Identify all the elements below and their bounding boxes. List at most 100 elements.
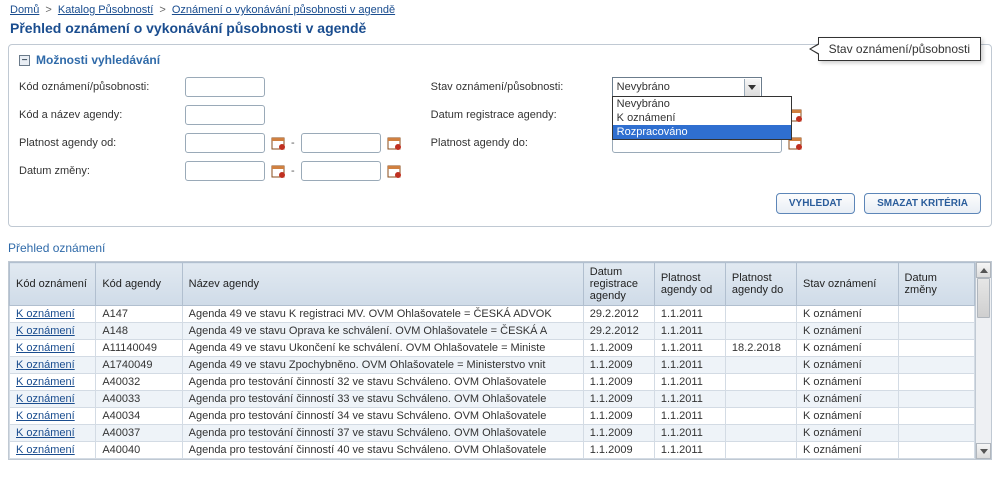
table-row: K oznámeníA11140049Agenda 49 ve stavu Uk… (10, 340, 991, 357)
label-kod-oznameni: Kód oznámení/působnosti: (19, 81, 179, 93)
link-k-oznameni[interactable]: K oznámení (16, 410, 75, 422)
input-datum-zmeny-from[interactable] (185, 161, 265, 181)
col-plat-do[interactable]: Platnost agendy do (725, 263, 796, 306)
input-kod-nazev-agendy[interactable] (185, 105, 265, 125)
cell-nazev: Agenda pro testování činností 32 ve stav… (182, 374, 583, 391)
col-kod-ozn[interactable]: Kód oznámení (10, 263, 96, 306)
results-table-wrap: Kód oznámení Kód agendy Název agendy Dat… (8, 261, 992, 460)
cell-stav: K oznámení (796, 408, 898, 425)
cell-od: 1.1.2011 (654, 425, 725, 442)
crumb-catalog[interactable]: Katalog Působností (58, 4, 153, 16)
cell-stav: K oznámení (796, 442, 898, 459)
cell-zm (898, 391, 974, 408)
cell-kod-ag: A40034 (96, 408, 182, 425)
cell-od: 1.1.2011 (654, 340, 725, 357)
crumb-leaf[interactable]: Oznámení o vykonávání působnosti v agend… (172, 4, 395, 16)
cell-nazev: Agenda pro testování činností 40 ve stav… (182, 442, 583, 459)
input-platnost-od-from[interactable] (185, 133, 265, 153)
input-kod-oznameni[interactable] (185, 77, 265, 97)
cell-zm (898, 340, 974, 357)
cell-od: 1.1.2011 (654, 408, 725, 425)
cell-stav: K oznámení (796, 306, 898, 323)
table-row: K oznámení A40037Agenda pro testování čin… (10, 425, 991, 442)
col-nazev-ag[interactable]: Název agendy (182, 263, 583, 306)
results-title: Přehled oznámení (8, 237, 992, 255)
cell-kod-ag: A11140049 (96, 340, 182, 357)
cell-do (725, 425, 796, 442)
crumb-home[interactable]: Domů (10, 4, 39, 16)
table-row: K oznámeníA1740049Agenda 49 ve stavu Zpo… (10, 357, 991, 374)
cell-kod-ag: A147 (96, 306, 182, 323)
link-k-oznameni[interactable]: K oznámení (16, 427, 75, 439)
cell-reg: 29.2.2012 (583, 323, 654, 340)
cell-do: 18.2.2018 (725, 340, 796, 357)
cell-zm (898, 374, 974, 391)
col-plat-od[interactable]: Platnost agendy od (654, 263, 725, 306)
cell-do (725, 391, 796, 408)
cell-do (725, 323, 796, 340)
col-datum-zm[interactable]: Datum změny (898, 263, 974, 306)
chevron-down-icon[interactable] (744, 79, 760, 96)
cell-reg: 1.1.2009 (583, 340, 654, 357)
link-k-oznameni[interactable]: K oznámení (16, 325, 75, 337)
cell-do (725, 442, 796, 459)
cell-od: 1.1.2011 (654, 306, 725, 323)
cell-nazev: Agenda pro testování činností 33 ve stav… (182, 391, 583, 408)
col-stav[interactable]: Stav oznámení (796, 263, 898, 306)
table-row: K oznámeníA148Agenda 49 ve stavu Oprava … (10, 323, 991, 340)
input-datum-zmeny-to[interactable] (301, 161, 381, 181)
col-datum-reg[interactable]: Datum registrace agendy (583, 263, 654, 306)
calendar-icon[interactable] (387, 136, 401, 150)
scroll-up-icon[interactable] (976, 262, 991, 278)
input-platnost-od-to[interactable] (301, 133, 381, 153)
callout-stav: Stav oznámení/působnosti (818, 37, 981, 61)
cell-stav: K oznámení (796, 340, 898, 357)
calendar-icon[interactable] (271, 164, 285, 178)
scrollbar[interactable] (975, 262, 991, 459)
search-button[interactable]: VYHLEDAT (776, 193, 855, 214)
cell-reg: 1.1.2009 (583, 357, 654, 374)
cell-od: 1.1.2011 (654, 323, 725, 340)
select-stav[interactable]: Nevybráno (612, 77, 762, 97)
cell-do (725, 408, 796, 425)
option-rozpracovano[interactable]: Rozpracováno (613, 125, 791, 139)
table-row: K oznámení A40033Agenda pro testování čin… (10, 391, 991, 408)
search-panel-title: Možnosti vyhledávání (36, 53, 160, 67)
option-k-oznameni[interactable]: K oznámení (613, 111, 791, 125)
table-row: K oznámení A40032Agenda pro testování čin… (10, 374, 991, 391)
cell-do (725, 357, 796, 374)
link-k-oznameni[interactable]: K oznámení (16, 342, 75, 354)
link-k-oznameni[interactable]: K oznámení (16, 393, 75, 405)
link-k-oznameni[interactable]: K oznámení (16, 376, 75, 388)
cell-zm (898, 357, 974, 374)
cell-kod-ag: A40037 (96, 425, 182, 442)
col-kod-ag[interactable]: Kód agendy (96, 263, 182, 306)
cell-stav: K oznámení (796, 391, 898, 408)
calendar-icon[interactable] (271, 136, 285, 150)
search-panel: Stav oznámení/působnosti − Možnosti vyhl… (8, 44, 992, 227)
label-kod-nazev-agendy: Kód a název agendy: (19, 109, 179, 121)
cell-reg: 29.2.2012 (583, 306, 654, 323)
scroll-thumb[interactable] (977, 278, 990, 318)
scroll-down-icon[interactable] (976, 443, 991, 459)
calendar-icon[interactable] (387, 164, 401, 178)
table-row: K oznámeníA40034Agenda pro testování čin… (10, 408, 991, 425)
cell-zm (898, 425, 974, 442)
clear-button[interactable]: SMAZAT KRITÉRIA (864, 193, 981, 214)
link-k-oznameni[interactable]: K oznámení (16, 308, 75, 320)
link-k-oznameni[interactable]: K oznámení (16, 444, 75, 456)
cell-reg: 1.1.2009 (583, 442, 654, 459)
cell-nazev: Agenda pro testování činností 37 ve stav… (182, 425, 583, 442)
link-k-oznameni[interactable]: K oznámení (16, 359, 75, 371)
cell-reg: 1.1.2009 (583, 374, 654, 391)
collapse-icon[interactable]: − (19, 55, 30, 66)
cell-kod-ag: A148 (96, 323, 182, 340)
option-nevybrano[interactable]: Nevybráno (613, 97, 791, 111)
cell-kod-ag: A40032 (96, 374, 182, 391)
breadcrumb: Domů > Katalog Působností > Oznámení o v… (0, 0, 1000, 18)
cell-kod-ag: A40040 (96, 442, 182, 459)
label-platnost-od: Platnost agendy od: (19, 137, 179, 149)
cell-zm (898, 408, 974, 425)
cell-reg: 1.1.2009 (583, 425, 654, 442)
cell-kod-ag: A40033 (96, 391, 182, 408)
